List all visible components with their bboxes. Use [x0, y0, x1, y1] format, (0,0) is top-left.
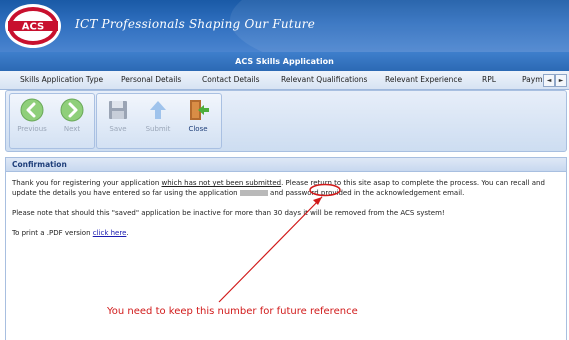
annotation-arrow [218, 196, 323, 303]
annotation-overlay [218, 183, 341, 303]
highlight-circle [309, 183, 341, 197]
arrow-head-icon [313, 197, 322, 205]
annotation-note: You need to keep this number for future … [107, 306, 358, 317]
